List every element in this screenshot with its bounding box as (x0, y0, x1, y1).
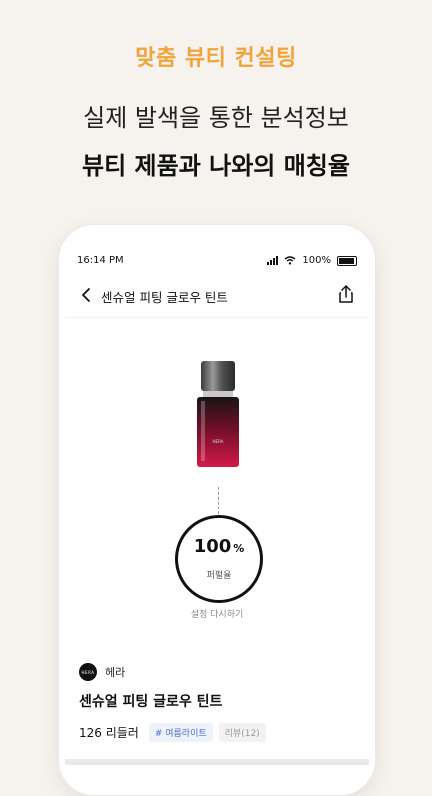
status-indicators: 100% (267, 255, 357, 266)
product-info-row: 126 리들러 # 여름라이트 리뷰(12) (79, 723, 266, 742)
promo-kicker: 맞춤 뷰티 컨설팅 (135, 46, 297, 71)
page-title: 센슈얼 피팅 글로우 틴트 (101, 290, 228, 305)
review-count-badge[interactable]: 리뷰(12) (218, 723, 266, 742)
back-button[interactable] (77, 285, 97, 305)
product-name: 센슈얼 피팅 글로우 틴트 (79, 694, 223, 710)
app-screen: 16:14 PM 100% 센슈얼 피팅 글로우 틴트 HERA 100 % 퍼… (65, 235, 369, 795)
phone-frame: 16:14 PM 100% 센슈얼 피팅 글로우 틴트 HERA 100 % 퍼… (58, 224, 376, 796)
match-rate-gauge: 100% 퍼펄율 (175, 515, 263, 603)
match-rate-label: 퍼펄율 (206, 571, 232, 581)
brand-logo: HERA (79, 663, 97, 681)
signal-icon (267, 256, 279, 265)
status-time: 16:14 PM (77, 255, 124, 266)
promo-headline: 실제 발색을 통한 분석정보 (83, 104, 349, 132)
wifi-icon (284, 256, 296, 265)
reset-settings-link[interactable]: 설정 다시하기 (65, 607, 369, 620)
promo-subheadline: 뷰티 제품과 나와의 매칭율 (82, 152, 350, 180)
brand-name: 헤라 (105, 666, 126, 679)
battery-percent: 100% (302, 255, 331, 266)
svg-text:HERA: HERA (213, 439, 224, 444)
status-bar: 16:14 PM 100% (77, 255, 357, 271)
product-image: HERA (197, 361, 239, 467)
product-price: 126 리들러 (79, 726, 139, 740)
battery-icon (337, 255, 357, 266)
section-divider (65, 759, 369, 765)
nav-bar: 센슈얼 피팅 글로우 틴트 (65, 283, 369, 311)
brand-row[interactable]: HERA 헤라 (79, 663, 125, 681)
season-tag[interactable]: # 여름라이트 (148, 723, 213, 742)
share-button[interactable] (335, 283, 357, 305)
match-rate-value: 100% (193, 536, 245, 557)
header-divider (65, 317, 369, 318)
